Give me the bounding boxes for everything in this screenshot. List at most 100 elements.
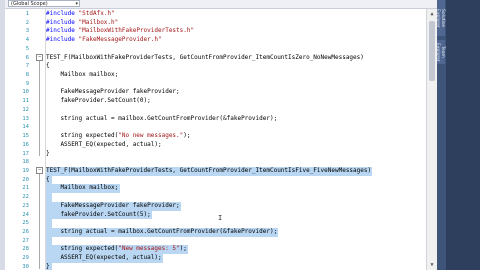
code-token: ASSERT_EQ(expected, actual);	[46, 254, 162, 262]
code-token: TEST_F(MailboxWithFakeProviderTests, Get…	[46, 166, 372, 174]
line-number: 22	[22, 194, 29, 201]
code-token: "New messages: 5"	[118, 245, 180, 253]
line-number: 6	[25, 54, 29, 61]
navigation-bar: (Global Scope) ▾	[5, 0, 445, 9]
code-line[interactable]: 10 FakeMessageProvider fakeProvider;	[5, 88, 426, 97]
line-number: 30	[22, 263, 29, 270]
code-text: string actual = mailbox.GetCountFromProv…	[46, 115, 426, 124]
code-line[interactable]: 8 Mailbox mailbox;	[5, 71, 426, 80]
code-line[interactable]: 28 string expected("New messages: 5");	[5, 245, 426, 255]
outline-guide	[39, 173, 40, 269]
code-line[interactable]: 16 ASSERT_EQ(expected, actual);	[5, 141, 426, 150]
code-token: #include	[46, 10, 79, 17]
code-line[interactable]: 22	[5, 193, 426, 202]
line-number: 27	[22, 237, 29, 244]
line-number: 29	[22, 255, 29, 262]
code-token: FakeMessageProvider fakeProvider;	[46, 201, 180, 209]
line-number: 13	[22, 115, 29, 122]
code-token: }	[46, 262, 50, 270]
code-line[interactable]: 1 #include "StdAfx.h"	[5, 10, 426, 19]
code-line[interactable]: 18	[5, 158, 426, 167]
code-token: "Mailbox.h"	[78, 18, 119, 26]
code-text: fakeProvider.SetCount(0);	[46, 97, 426, 106]
tab-team-explorer[interactable]: Team Explorer	[435, 40, 445, 64]
code-text: {	[46, 62, 426, 71]
code-token: #include	[46, 36, 79, 44]
code-line[interactable]: 19 TEST_F(MailboxWithFakeProviderTests, G…	[5, 166, 426, 176]
line-number: 8	[25, 72, 29, 79]
i-beam-cursor-icon: I	[218, 214, 223, 222]
line-number: 25	[22, 220, 29, 227]
code-token: Mailbox mailbox;	[46, 184, 119, 192]
right-tool-panel: Solution Explorer Team Explorer	[435, 0, 480, 270]
code-token: TEST_F(MailboxWithFakeProviderTests, Get…	[46, 53, 364, 61]
line-number: 19	[22, 167, 29, 174]
code-line[interactable]: 4 #include "FakeMessageProvider.h"	[5, 36, 426, 45]
code-line[interactable]: 21 Mailbox mailbox;	[5, 184, 426, 194]
code-token: fakeProvider.SetCount(0);	[46, 97, 151, 105]
selection-highlight	[46, 193, 52, 202]
selection-highlight	[46, 219, 52, 228]
line-number: 20	[22, 176, 29, 183]
code-line[interactable]: 14	[5, 123, 426, 132]
code-line[interactable]: 5	[5, 45, 426, 54]
code-line[interactable]: 3 #include "MailboxWithFakeProviderTests.…	[5, 27, 426, 36]
code-text: TEST_F(MailboxWithFakeProviderTests, Get…	[46, 54, 426, 63]
line-number: 7	[25, 63, 29, 70]
code-token: );	[183, 132, 191, 140]
code-token: );	[179, 245, 187, 253]
code-line[interactable]: 13 string actual = mailbox.GetCountFromP…	[5, 115, 426, 124]
code-token: string expected(	[46, 245, 119, 253]
code-token: }	[46, 149, 50, 157]
code-line[interactable]: 29 ASSERT_EQ(expected, actual);	[5, 254, 426, 263]
scroll-down-icon[interactable]: ▼	[428, 261, 436, 269]
code-line[interactable]: 11 fakeProvider.SetCount(0);	[5, 97, 426, 106]
scope-dropdown[interactable]: (Global Scope) ▾	[8, 0, 80, 7]
line-number: 3	[25, 28, 29, 35]
line-number: 24	[22, 211, 29, 218]
code-line[interactable]: 25	[5, 219, 426, 228]
scope-dropdown-value: (Global Scope)	[11, 1, 48, 7]
code-editor[interactable]: 1 #include "StdAfx.h" 2 #include "Mailbox.h…	[5, 9, 426, 270]
line-number: 14	[22, 124, 29, 131]
code-text: FakeMessageProvider fakeProvider;	[46, 88, 426, 97]
code-token: "MailboxWithFakeProviderTests.h"	[78, 27, 195, 35]
line-number: 11	[22, 98, 29, 105]
code-lines: 1 #include "StdAfx.h" 2 #include "Mailbox.h…	[5, 10, 426, 270]
line-number: 10	[22, 89, 29, 96]
line-number: 1	[25, 11, 29, 17]
line-number: 21	[22, 185, 29, 192]
line-number: 9	[25, 80, 29, 87]
code-token: "FakeMessageProvider.h"	[78, 36, 162, 44]
code-token: {	[46, 62, 50, 70]
code-token: ASSERT_EQ(expected, actual);	[46, 140, 162, 148]
code-token: FakeMessageProvider fakeProvider;	[46, 88, 180, 96]
collapse-icon[interactable]: −	[36, 167, 43, 174]
code-line[interactable]: 6 TEST_F(MailboxWithFakeProviderTests, Ge…	[5, 54, 426, 63]
line-number: 4	[25, 37, 29, 44]
code-line[interactable]: 26 string actual = mailbox.GetCountFromP…	[5, 227, 426, 237]
code-line[interactable]: 23 FakeMessageProvider fakeProvider;	[5, 201, 426, 211]
line-number: 28	[22, 246, 29, 253]
code-token: Mailbox mailbox;	[46, 71, 119, 79]
collapse-icon[interactable]: −	[36, 54, 43, 61]
code-text: fakeProvider.SetCount(5);	[46, 211, 426, 220]
code-token: fakeProvider.SetCount(5);	[46, 210, 151, 218]
code-line[interactable]: 17}	[5, 150, 426, 159]
code-token: string actual = mailbox.GetCountFromProv…	[46, 114, 278, 122]
code-line[interactable]: 12	[5, 106, 426, 115]
code-line[interactable]: 7{	[5, 62, 426, 71]
line-number: 15	[22, 133, 29, 140]
code-line[interactable]: 24 fakeProvider.SetCount(5);	[5, 210, 426, 220]
line-number: 2	[25, 19, 29, 26]
code-text: string expected("No new messages.");	[46, 132, 426, 141]
line-number: 5	[25, 45, 29, 52]
code-token: string expected(	[46, 132, 119, 140]
tab-solution-explorer[interactable]: Solution Explorer	[435, 0, 445, 36]
line-number: 17	[22, 150, 29, 157]
code-line[interactable]: 15 string expected("No new messages.");	[5, 132, 426, 141]
line-number: 16	[22, 141, 29, 148]
line-number: 23	[22, 202, 29, 209]
code-token: #include	[46, 27, 79, 35]
code-line[interactable]: 30}	[5, 262, 426, 270]
